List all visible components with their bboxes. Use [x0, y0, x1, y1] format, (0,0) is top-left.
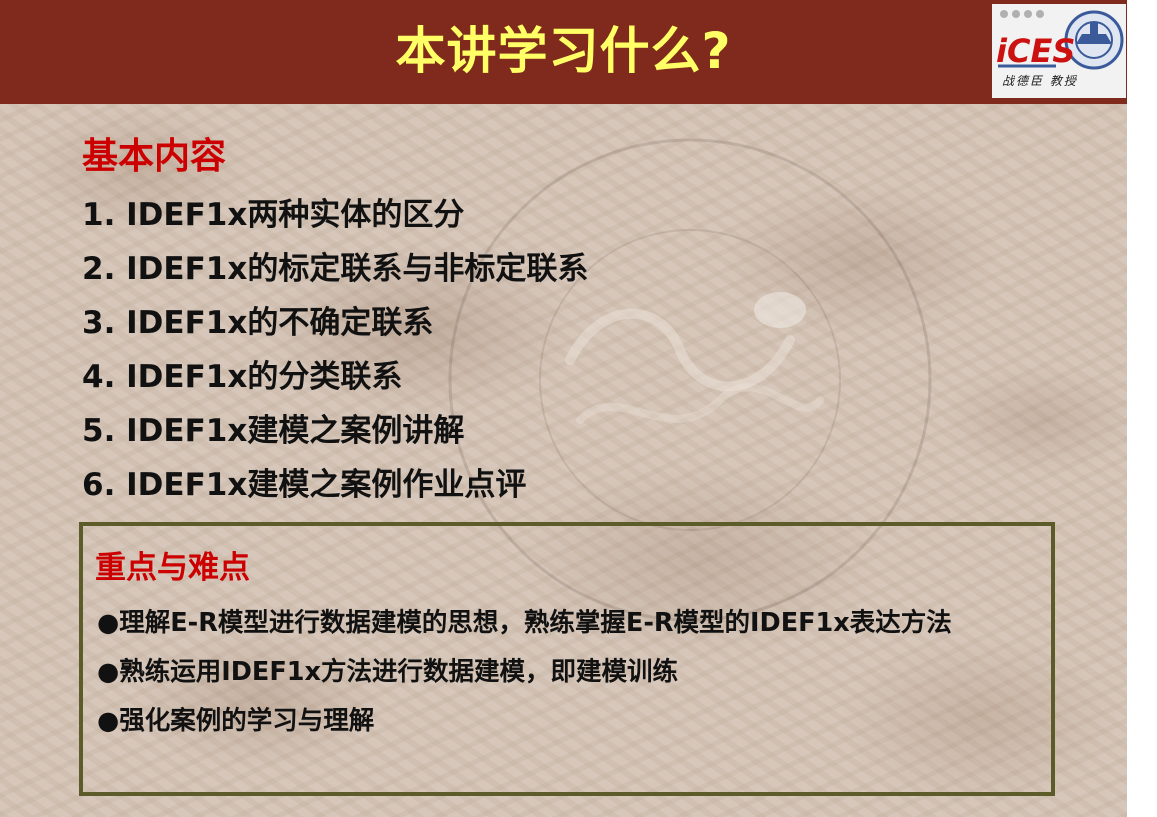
- logo-author-label: 战德臣 教授: [1002, 74, 1078, 88]
- key-point-text: 理解E-R模型进行数据建模的思想，熟练掌握E-R模型的IDEF1x表达方法: [119, 608, 952, 638]
- list-item: ●理解E-R模型进行数据建模的思想，熟练掌握E-R模型的IDEF1x表达方法: [97, 599, 1027, 648]
- slide-title: 本讲学习什么?: [395, 22, 732, 80]
- key-point-text: 熟练运用IDEF1x方法进行数据建模，即建模训练: [119, 657, 678, 687]
- key-points-list: ●理解E-R模型进行数据建模的思想，熟练掌握E-R模型的IDEF1x表达方法 ●…: [97, 599, 1027, 746]
- key-points-heading: 重点与难点: [95, 550, 250, 586]
- logo-text: iCES: [996, 32, 1075, 70]
- list-item: 1. IDEF1x两种实体的区分: [82, 197, 465, 233]
- section-heading-basic-content: 基本内容: [82, 136, 227, 177]
- key-point-text: 强化案例的学习与理解: [119, 706, 375, 736]
- list-item: 6. IDEF1x建模之案例作业点评: [82, 467, 527, 503]
- slide: 本讲学习什么? iCES 战德臣 教授 基本内容 1. IDEF1x两种实体的区…: [0, 0, 1127, 817]
- key-points-box: 重点与难点 ●理解E-R模型进行数据建模的思想，熟练掌握E-R模型的IDEF1x…: [79, 522, 1055, 796]
- bullet-icon: ●: [97, 657, 120, 687]
- list-item: 5. IDEF1x建模之案例讲解: [82, 413, 465, 449]
- basic-content-list: 1. IDEF1x两种实体的区分 2. IDEF1x的标定联系与非标定联系 3.…: [82, 188, 588, 512]
- list-item: 3. IDEF1x的不确定联系: [82, 305, 434, 341]
- bullet-icon: ●: [97, 706, 120, 736]
- list-item: 4. IDEF1x的分类联系: [82, 359, 403, 395]
- list-item: ●强化案例的学习与理解: [97, 697, 1027, 746]
- bullet-icon: ●: [97, 608, 120, 638]
- list-item: 2. IDEF1x的标定联系与非标定联系: [82, 251, 589, 287]
- list-item: ●熟练运用IDEF1x方法进行数据建模，即建模训练: [97, 648, 1027, 697]
